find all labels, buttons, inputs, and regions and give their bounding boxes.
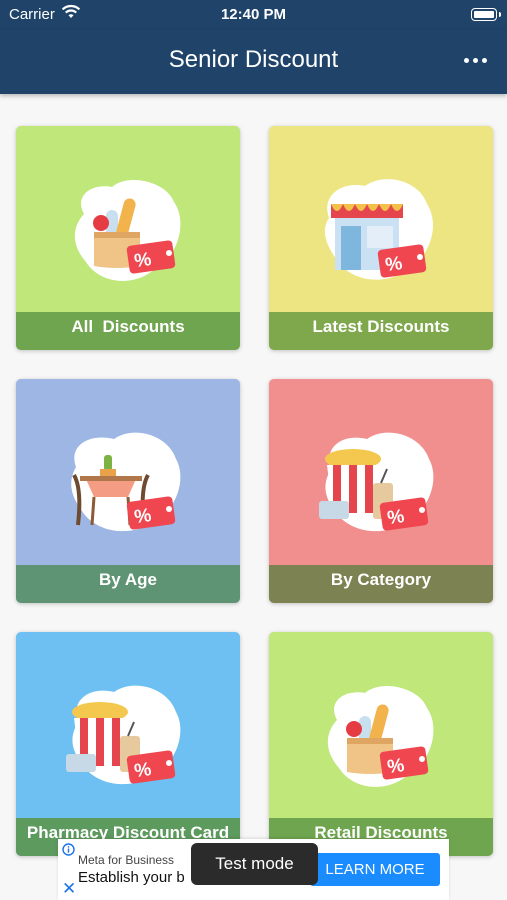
tile-label: Latest Discounts: [269, 312, 493, 350]
learn-more-button[interactable]: LEARN MORE: [310, 853, 440, 886]
page-title: Senior Discount: [168, 46, 339, 73]
popcorn-snacks-discount-illustration: %: [66, 685, 181, 785]
tile-pharmacy-discount-card[interactable]: % Pharmacy Discount Card: [16, 632, 240, 856]
tile-label: By Age: [16, 565, 240, 603]
svg-text:%: %: [133, 505, 153, 528]
popcorn-snacks-discount-illustration: %: [319, 432, 434, 532]
grocery-bag-discount-illustration: %: [327, 685, 434, 787]
ad-headline: Establish your b: [78, 869, 185, 886]
test-mode-toast: Test mode: [191, 843, 318, 885]
tile-label: By Category: [269, 565, 493, 603]
tile-by-category[interactable]: % By Category: [269, 379, 493, 603]
info-icon[interactable]: [62, 843, 75, 856]
tile-latest-discounts[interactable]: % Latest Discounts: [269, 126, 493, 350]
ad-advertiser: Meta for Business: [78, 853, 175, 867]
grocery-bag-discount-illustration: %: [74, 179, 181, 281]
navigation-bar: Senior Discount: [0, 30, 507, 94]
tile-all-discounts[interactable]: % All Discounts: [16, 126, 240, 350]
svg-text:%: %: [133, 759, 153, 782]
battery-icon: [471, 8, 501, 21]
clock: 12:40 PM: [220, 6, 287, 23]
svg-text:%: %: [386, 755, 406, 778]
status-bar: Carrier 12:40 PM: [0, 0, 507, 30]
svg-text:%: %: [384, 253, 404, 276]
svg-text:%: %: [133, 249, 153, 272]
more-options-icon[interactable]: [464, 58, 487, 63]
tile-by-age[interactable]: % By Age: [16, 379, 240, 603]
dining-table-discount-illustration: %: [71, 432, 181, 532]
storefront-discount-illustration: %: [324, 179, 434, 280]
tile-label: All Discounts: [16, 312, 240, 350]
tile-retail-discounts[interactable]: % Retail Discounts: [269, 632, 493, 856]
close-icon[interactable]: ✕: [62, 879, 76, 899]
svg-text:%: %: [386, 506, 406, 529]
